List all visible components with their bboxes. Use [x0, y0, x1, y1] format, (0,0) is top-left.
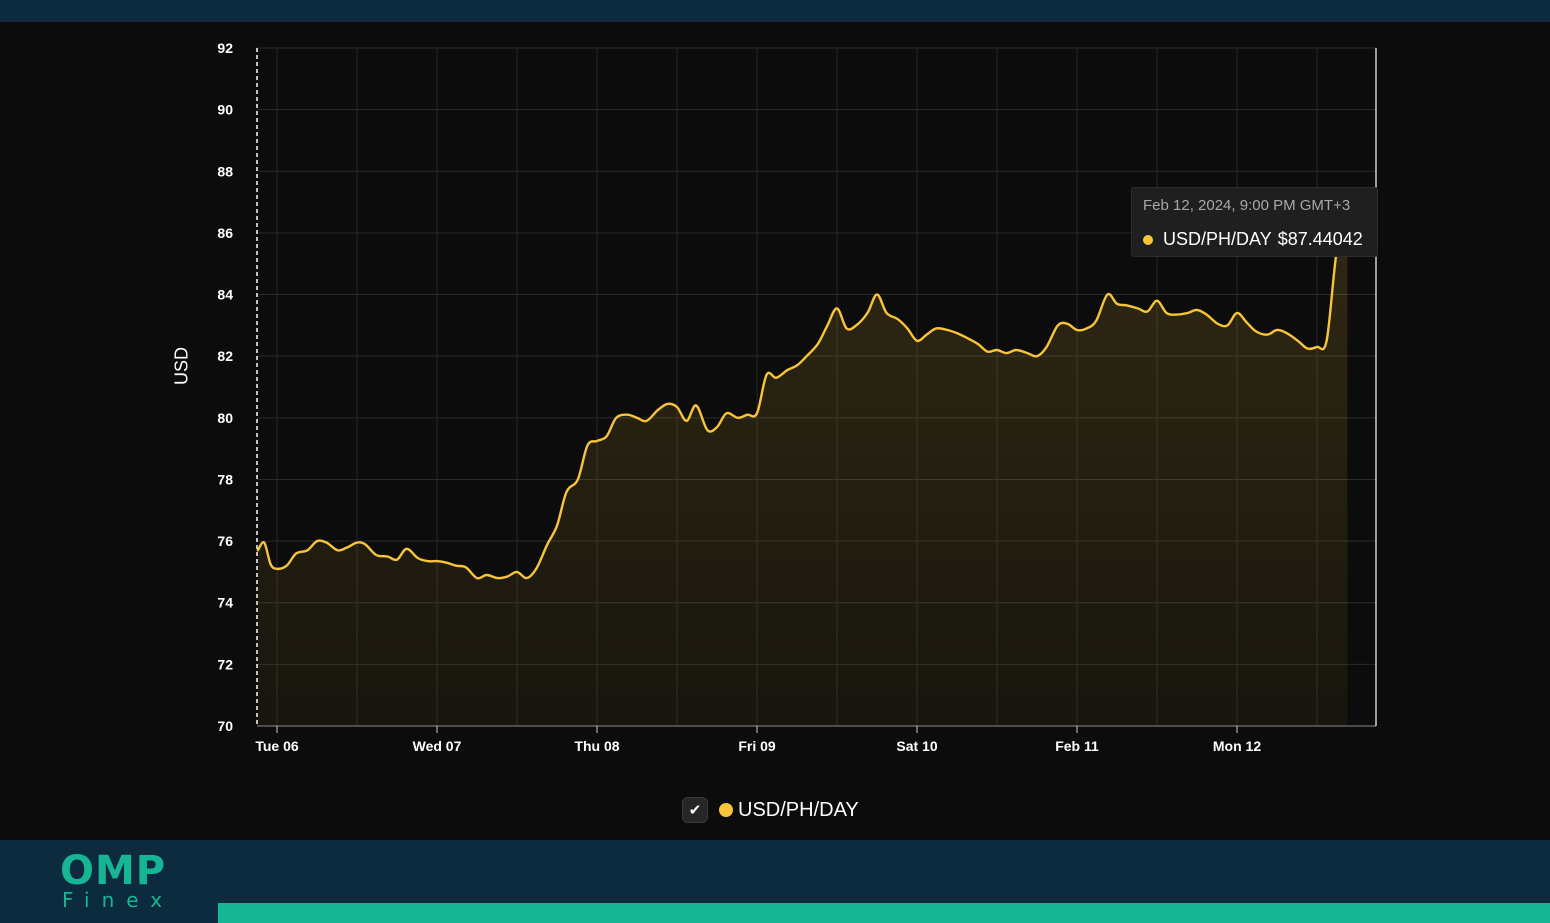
y-tick-label: 74	[217, 595, 233, 611]
price-chart: 70 72 74 76 78 80 82 84 86 88 90 92 Tue 06 Wed 07 Thu…	[217, 40, 1377, 754]
y-tick-label: 86	[217, 225, 233, 241]
y-tick-label: 80	[217, 410, 233, 426]
y-tick-label: 84	[217, 287, 233, 303]
legend-dot-icon	[719, 803, 733, 817]
x-tick-label: Sat 10	[896, 738, 937, 754]
legend-label[interactable]: USD/PH/DAY	[738, 799, 859, 822]
tooltip-value: $87.44042	[1277, 229, 1363, 249]
accent-bar	[218, 903, 1550, 923]
y-tick-label: 88	[217, 163, 233, 179]
y-tick-label: 92	[217, 40, 233, 56]
tooltip-row: USD/PH/DAY $87.44042	[1143, 229, 1363, 250]
x-tick-label: Feb 11	[1055, 738, 1099, 754]
y-tick-label: 76	[217, 533, 233, 549]
y-tick-label: 70	[217, 718, 233, 734]
y-axis-label: USD	[171, 346, 192, 386]
y-tick-label: 82	[217, 348, 233, 364]
y-tick-label: 72	[217, 656, 233, 672]
y-tick-label: 90	[217, 102, 233, 118]
x-tick-label: Mon 12	[1213, 738, 1261, 754]
x-axis: Tue 06 Wed 07 Thu 08 Fri 09 Sat 10 Feb 11 Mon …	[255, 725, 1376, 754]
brand-logo-subtitle: Finex	[62, 888, 175, 912]
legend-toggle-checkbox[interactable]: ✔	[682, 797, 708, 823]
y-tick-label: 78	[217, 471, 233, 487]
series-dot-icon	[1143, 234, 1153, 245]
y-axis: 70 72 74 76 78 80 82 84 86 88 90 92	[217, 40, 233, 734]
x-tick-label: Fri 09	[738, 738, 776, 754]
tooltip-series-name: USD/PH/DAY	[1163, 229, 1272, 249]
hover-tooltip: Feb 12, 2024, 9:00 PM GMT+3 USD/PH/DAY $…	[1131, 187, 1378, 257]
tooltip-date: Feb 12, 2024, 9:00 PM GMT+3	[1143, 197, 1351, 214]
x-tick-label: Tue 06	[255, 738, 299, 754]
x-tick-label: Wed 07	[413, 738, 462, 754]
chart-legend: ✔ USD/PH/DAY	[682, 796, 859, 824]
series-area	[257, 188, 1348, 726]
x-tick-label: Thu 08	[574, 738, 619, 754]
